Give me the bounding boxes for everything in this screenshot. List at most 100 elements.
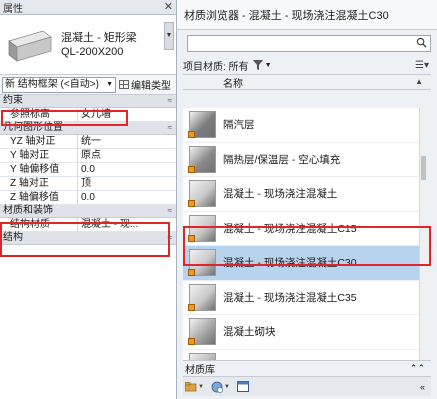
material-swatch-icon	[188, 318, 216, 346]
material-list-item[interactable]: 隔汽层	[183, 108, 427, 143]
material-tag-icon	[188, 131, 195, 139]
property-value[interactable]: 0.0	[78, 163, 176, 176]
material-library-row[interactable]: 材质库 ⌃⌃	[183, 360, 431, 376]
sort-ascending-icon: ▲	[415, 77, 423, 86]
material-label: 加气混凝土砌块	[223, 359, 297, 360]
folder-icon	[185, 381, 197, 391]
property-row[interactable]: Y 轴对正 原点	[0, 149, 176, 163]
properties-grid: 约束 ≈ 参照标高 女儿墙 几何图形位置 ≈ YZ 轴对正 统一 Y 轴对正 原点 Y 轴偏移值 0.…	[0, 95, 176, 245]
list-view-icon[interactable]: ☰▾	[415, 60, 429, 71]
section-title: 约束	[3, 95, 23, 106]
material-label: 混凝土 - 现场浇注混凝土	[223, 188, 338, 201]
type-selector[interactable]: 混凝土 - 矩形梁 QL-200X200 ▼	[0, 15, 176, 75]
collapse-icon[interactable]: ≈	[168, 232, 172, 244]
material-list-item[interactable]: 隔热层/保温层 - 空心填充	[183, 143, 427, 177]
close-icon[interactable]: ✕	[164, 0, 173, 15]
asset-browser-button[interactable]	[237, 379, 263, 394]
bottom-toolbar: ▼ ▼ «	[183, 376, 431, 396]
column-header-name: 名称	[223, 78, 243, 90]
property-key: Y 轴偏移值	[0, 163, 78, 176]
project-materials-row: 项目材质: 所有 ▼ ☰▾	[177, 56, 437, 74]
property-key: Z 轴偏移值	[0, 191, 78, 204]
search-row	[177, 30, 437, 56]
material-swatch-icon	[188, 180, 216, 208]
column-header[interactable]: 名称 ▲	[183, 74, 431, 90]
material-swatch-icon	[188, 111, 216, 139]
edit-type-label: 编辑类型	[131, 81, 171, 92]
property-row[interactable]: Z 轴偏移值 0.0	[0, 191, 176, 205]
section-title: 结构	[3, 232, 23, 243]
material-list-item[interactable]: 混凝土砌块	[183, 315, 427, 350]
property-key: 参照标高	[0, 108, 78, 121]
type-dropdown-button[interactable]: ▼	[164, 22, 174, 50]
section-header[interactable]: 约束 ≈	[0, 95, 176, 108]
material-tag-icon	[188, 269, 195, 277]
type-name: 混凝土 - 矩形梁 QL-200X200	[61, 31, 137, 59]
filter-icon[interactable]	[252, 60, 263, 70]
beam-preview-icon	[5, 23, 55, 67]
property-row[interactable]: Y 轴偏移值 0.0	[0, 163, 176, 177]
section-title: 材质和装饰	[3, 205, 53, 216]
section-header[interactable]: 结构 ≈	[0, 232, 176, 245]
properties-panel: 属性 ✕ 混凝土 - 矩形梁 QL-200X200 ▼ 新 结构框架 (<自动>…	[0, 0, 177, 399]
edit-type-icon	[119, 80, 129, 89]
material-tag-icon	[188, 338, 195, 346]
search-input[interactable]	[187, 34, 431, 52]
material-label: 隔热层/保温层 - 空心填充	[223, 153, 341, 166]
property-row[interactable]: YZ 轴对正 统一	[0, 135, 176, 149]
property-key: Z 轴对正	[0, 177, 78, 190]
create-material-button[interactable]: ▼	[211, 379, 237, 394]
property-row[interactable]: Z 轴对正顶	[0, 177, 176, 191]
collapse-icon[interactable]: ≈	[168, 95, 172, 107]
property-row[interactable]: 参照标高 女儿墙	[0, 108, 176, 122]
instance-filter-value: 新 结构框架 (<自动>)	[5, 78, 99, 90]
scrollbar[interactable]	[419, 108, 427, 360]
property-row[interactable]: 结构材质 混凝土 - 现...	[0, 218, 176, 232]
property-key: 结构材质	[0, 218, 78, 231]
type-family-label: 混凝土 - 矩形梁	[61, 31, 137, 44]
property-value[interactable]: 原点	[78, 149, 176, 162]
instance-filter-row: 新 结构框架 (<自动>) ▼ 编辑类型	[0, 75, 176, 95]
material-swatch-icon	[188, 145, 216, 173]
material-list-item[interactable]: 混凝土 - 现场浇注混凝土C30	[183, 246, 427, 281]
material-tag-icon	[188, 234, 195, 242]
material-tag-icon	[188, 165, 195, 173]
properties-title: 属性	[3, 3, 23, 15]
property-value[interactable]: 0.0	[78, 191, 176, 204]
material-list-item[interactable]: 混凝土 - 现场浇注混凝土C35	[183, 281, 427, 315]
edit-type-button[interactable]: 编辑类型	[116, 77, 176, 92]
material-tag-icon	[188, 200, 195, 208]
window-icon	[237, 381, 249, 392]
property-value[interactable]: 女儿墙	[78, 108, 176, 121]
collapse-icon[interactable]: ≈	[168, 122, 172, 134]
type-size-label: QL-200X200	[61, 45, 124, 58]
material-list: 隔汽层隔热层/保温层 - 空心填充 混凝土 - 现场浇注混凝土混凝土 - 现场浇注…	[183, 108, 427, 360]
material-library-label: 材质库	[185, 364, 215, 376]
material-swatch-icon	[188, 249, 216, 277]
material-browser-title: 材质浏览器 - 混凝土 - 现场浇注混凝土C30	[177, 0, 437, 30]
property-value[interactable]: 混凝土 - 现...	[78, 218, 176, 231]
collapse-icon[interactable]: ≈	[168, 205, 172, 217]
property-value[interactable]: 统一	[78, 135, 176, 148]
section-header[interactable]: 材质和装饰 ≈	[0, 205, 176, 218]
library-menu-button[interactable]: ▼	[185, 379, 211, 394]
material-list-item[interactable]: 混凝土 - 现场浇注混凝土	[183, 177, 427, 212]
project-materials-label: 项目材质: 所有	[183, 61, 249, 73]
scrollbar-thumb[interactable]	[421, 156, 426, 180]
property-value[interactable]: 顶	[78, 177, 176, 190]
collapse-icon[interactable]: ⌃⌃	[410, 363, 425, 374]
properties-title-bar: 属性 ✕	[0, 0, 176, 15]
section-header[interactable]: 几何图形位置 ≈	[0, 122, 176, 135]
chevron-down-icon[interactable]: ▼	[265, 62, 272, 69]
globe-icon	[211, 381, 223, 393]
material-swatch-icon	[188, 214, 216, 242]
instance-filter-dropdown[interactable]: 新 结构框架 (<自动>) ▼	[2, 76, 116, 93]
chevron-down-icon: ▼	[106, 80, 113, 88]
material-list-item[interactable]: 混凝土 - 现场浇注混凝土C15	[183, 212, 427, 246]
material-label: 混凝土 - 现场浇注混凝土C30	[223, 257, 357, 270]
material-swatch-icon	[189, 352, 216, 360]
material-swatch-icon	[188, 283, 216, 311]
material-list-item[interactable]: 加气混凝土砌块	[183, 350, 427, 360]
expand-icon[interactable]: «	[420, 382, 425, 392]
material-label: 混凝土 - 现场浇注混凝土C15	[223, 222, 357, 235]
